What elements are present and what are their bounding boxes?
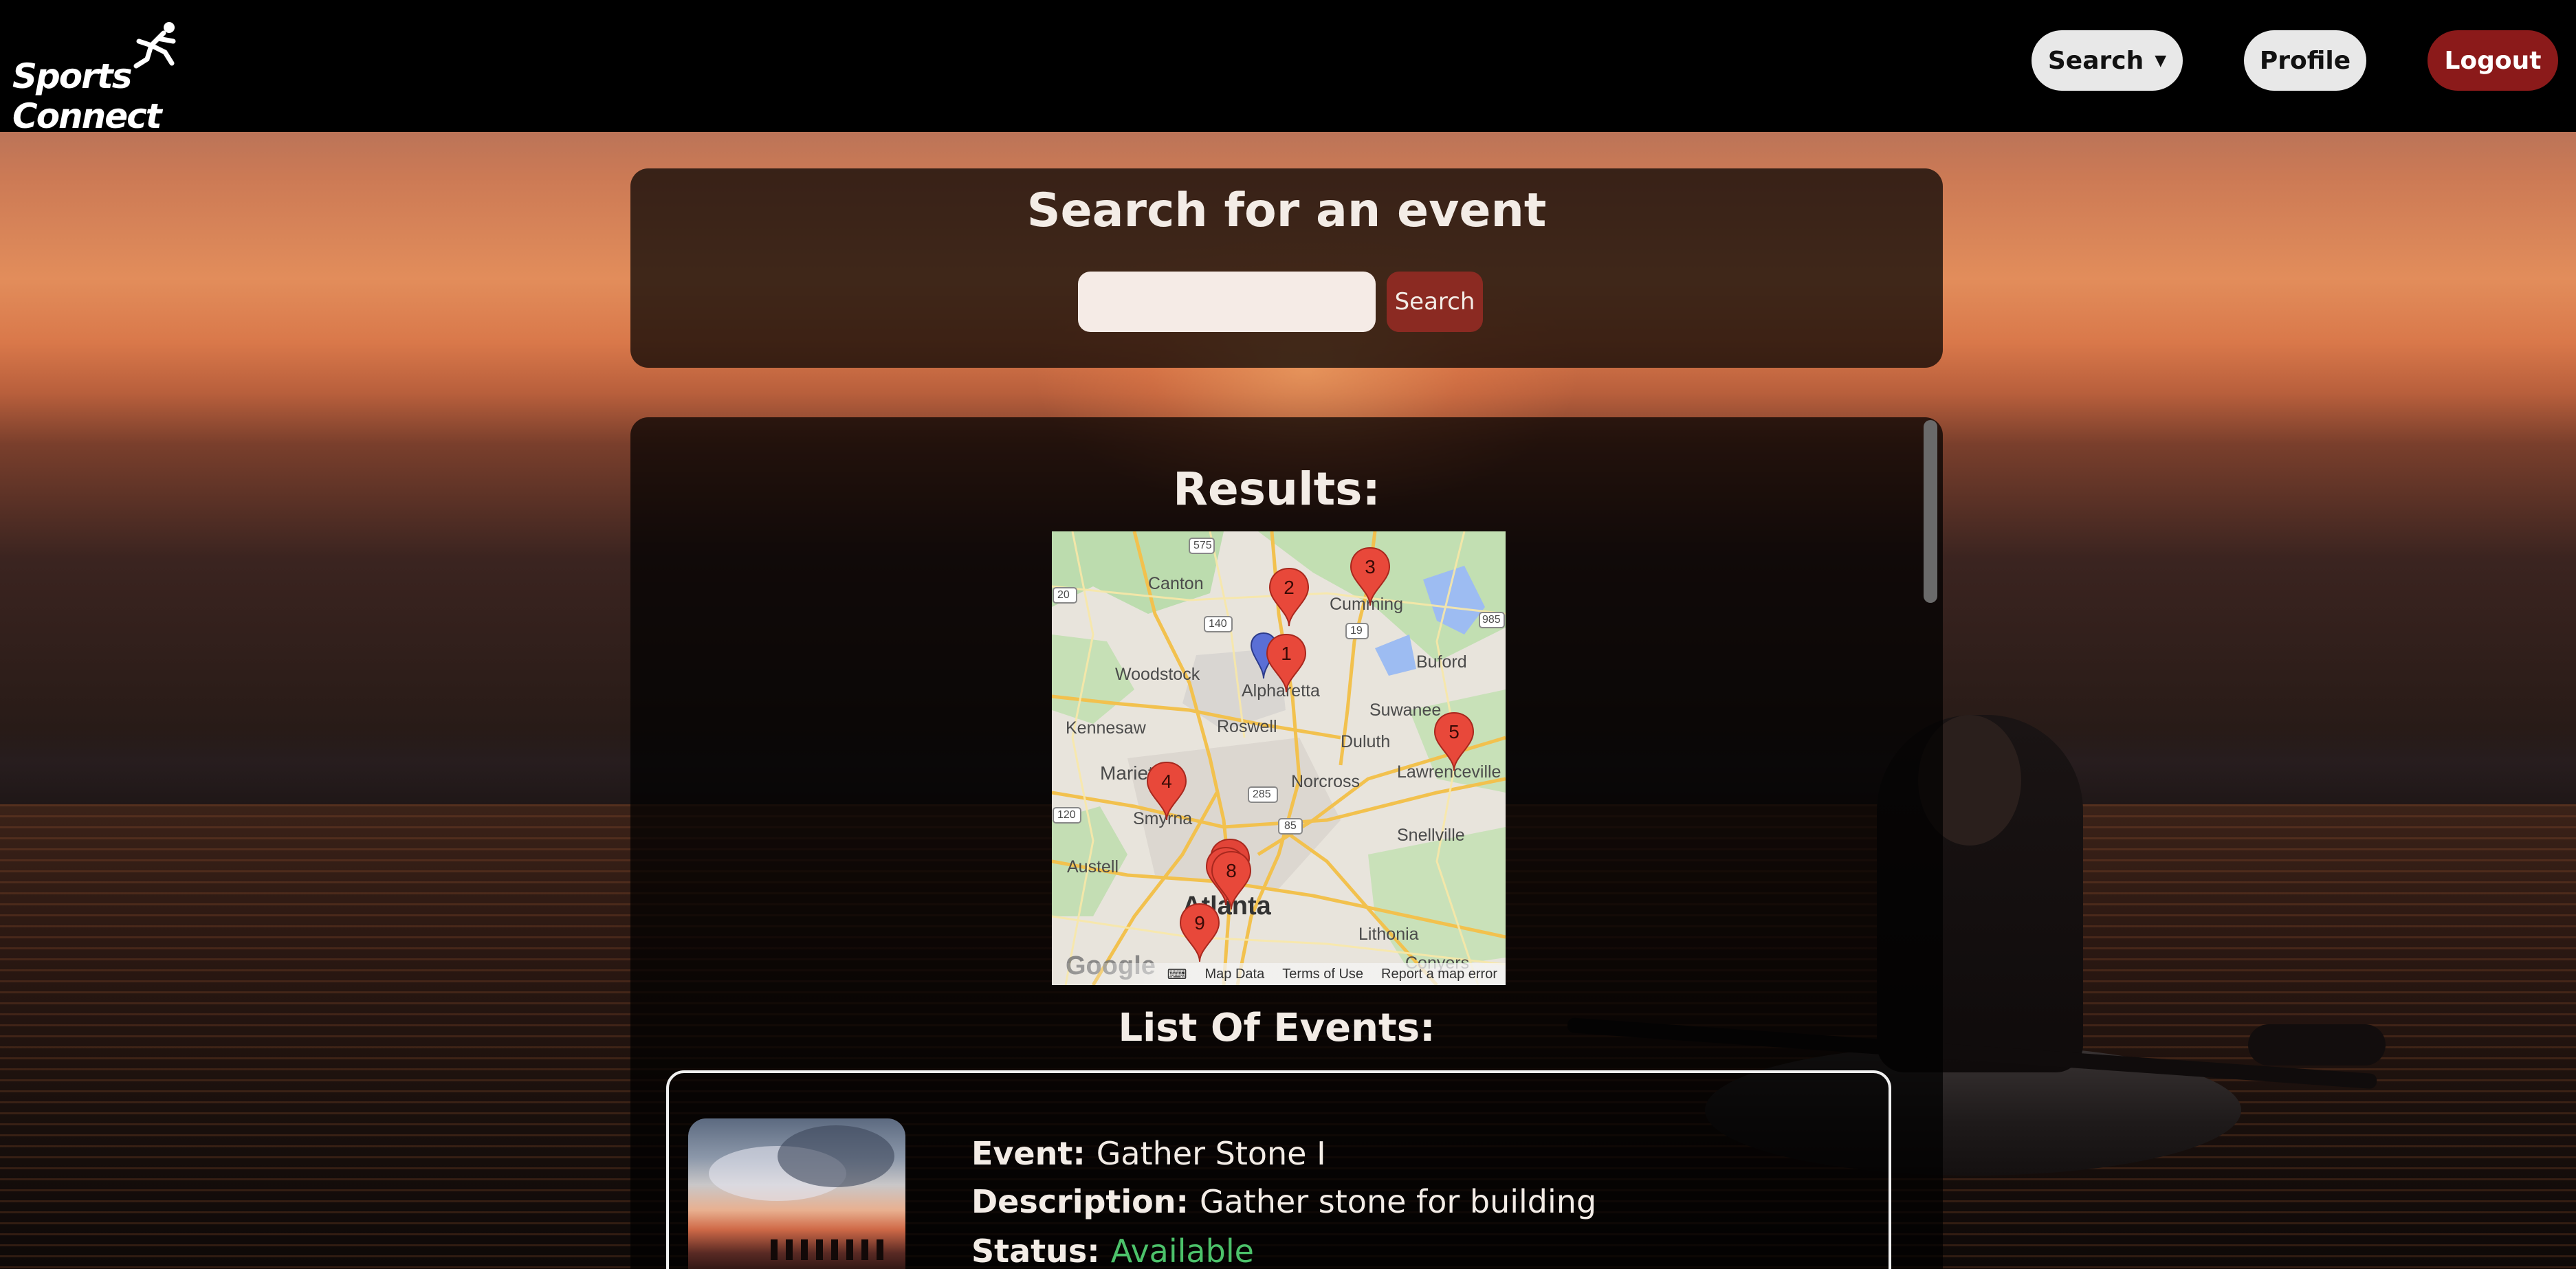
map-marker[interactable]: 3 <box>1349 547 1391 607</box>
map-marker[interactable]: 4 <box>1145 761 1188 821</box>
paddle-blade <box>2248 1024 2386 1066</box>
highway-label: 575 <box>1193 540 1212 551</box>
search-input[interactable] <box>1078 272 1376 332</box>
marker-number: 1 <box>1281 643 1292 664</box>
status-label: Status: <box>971 1233 1111 1269</box>
search-dropdown-button[interactable]: Search ▼ <box>2032 30 2183 91</box>
marker-number: 3 <box>1365 556 1376 577</box>
scrollbar-thumb[interactable] <box>1924 420 1937 603</box>
event-map[interactable]: 575 20 140 19 985 285 85 120 Canton Cumm… <box>1052 531 1506 985</box>
event-label: Event: <box>971 1135 1097 1172</box>
event-name: Gather Stone I <box>1096 1135 1326 1172</box>
highway-label: 20 <box>1057 589 1070 601</box>
map-place-label: Woodstock <box>1115 665 1200 684</box>
results-title: Results: <box>1173 463 1380 516</box>
map-place-label: Norcross <box>1291 772 1361 791</box>
event-thumbnail <box>688 1118 905 1269</box>
search-panel: Search for an event Search <box>630 168 1943 368</box>
map-footer: ⌨ Map Data Terms of Use Report a map err… <box>1052 963 1506 985</box>
map-place-label: Austell <box>1067 857 1119 876</box>
event-description-row: Description: Gather stone for building <box>971 1183 1596 1220</box>
highway-label: 985 <box>1482 614 1501 626</box>
highway-label: 85 <box>1284 820 1297 832</box>
map-place-label: Lithonia <box>1358 925 1419 944</box>
map-marker[interactable]: 1 <box>1265 633 1308 694</box>
results-panel: Results: 575 20 140 19 985 285 85 120 Ca… <box>630 417 1943 1269</box>
highway-label: 140 <box>1209 618 1227 630</box>
highway-label: 285 <box>1253 788 1271 800</box>
map-data-link[interactable]: Map Data <box>1205 967 1265 982</box>
report-error-link[interactable]: Report a map error <box>1381 967 1497 982</box>
brand-logo[interactable]: Sports Connect <box>12 21 246 136</box>
map-place-label: Roswell <box>1217 717 1277 736</box>
marker-number: 5 <box>1449 721 1460 742</box>
map-marker[interactable]: 9 <box>1178 903 1221 963</box>
description-label: Description: <box>971 1183 1200 1220</box>
caret-down-icon: ▼ <box>2155 52 2167 69</box>
marker-number: 4 <box>1161 771 1172 792</box>
search-dropdown-label: Search <box>2047 46 2144 75</box>
event-status-row: Status: Available <box>971 1233 1254 1269</box>
map-place-label: Snellville <box>1397 826 1465 845</box>
event-card[interactable]: Event: Gather Stone I Description: Gathe… <box>666 1070 1891 1269</box>
profile-button[interactable]: Profile <box>2244 30 2366 91</box>
map-place-label: Canton <box>1148 574 1204 593</box>
map-marker[interactable]: 8 <box>1210 850 1253 911</box>
keyboard-icon[interactable]: ⌨ <box>1167 966 1187 983</box>
event-name-row: Event: Gather Stone I <box>971 1135 1326 1172</box>
brand-name: Sports Connect <box>12 56 162 136</box>
navbar: Sports Connect Search ▼ Profile Logout <box>0 0 2576 136</box>
highway-label: 120 <box>1057 809 1076 821</box>
marker-number: 9 <box>1194 912 1205 934</box>
map-place-label: Kennesaw <box>1066 718 1146 738</box>
terms-link[interactable]: Terms of Use <box>1282 967 1363 982</box>
search-title: Search for an event <box>1026 184 1547 238</box>
map-marker[interactable]: 2 <box>1268 567 1310 628</box>
logout-button[interactable]: Logout <box>2428 30 2558 91</box>
map-place-label: Duluth <box>1341 732 1391 751</box>
map-marker[interactable]: 5 <box>1433 711 1475 772</box>
marker-number: 8 <box>1226 860 1237 881</box>
search-button[interactable]: Search <box>1387 272 1483 332</box>
event-description: Gather stone for building <box>1199 1183 1597 1220</box>
map-place-label: Buford <box>1416 652 1467 672</box>
event-status: Available <box>1110 1233 1254 1269</box>
list-title: List Of Events: <box>1118 1006 1435 1050</box>
map-place-label: Suwanee <box>1369 700 1442 720</box>
marker-number: 2 <box>1284 577 1295 598</box>
highway-label: 19 <box>1350 625 1363 637</box>
